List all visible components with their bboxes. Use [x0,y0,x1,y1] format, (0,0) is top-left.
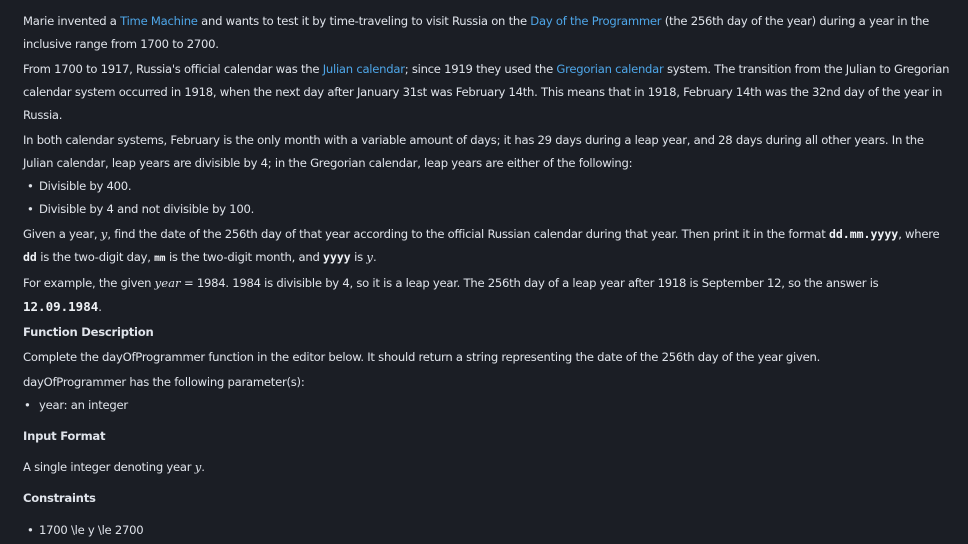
input-format-text-part: . [201,460,205,474]
example-text: . [98,300,102,314]
task-text: , where [898,227,940,241]
day-of-programmer-link[interactable]: Day of the Programmer [530,14,661,28]
task-text: is [350,250,367,264]
params-list: • year: an integer [23,394,953,417]
julian-calendar-link[interactable]: Julian calendar [323,62,405,76]
bullet-icon: • [27,523,34,537]
task-paragraph: Given a year, y, find the date of the 25… [23,223,953,270]
intro-text: and wants to test it by time-traveling t… [197,14,531,28]
task-text: Given a year, [23,227,101,241]
input-format-text-part: A single integer denoting year [23,460,195,474]
constraints-heading: Constraints [23,491,96,505]
list-item-text: Divisible by 4 and not divisible by 100. [39,202,255,216]
bullet-icon: • [27,202,34,216]
intro-text: Marie invented a [23,14,121,28]
history-text: ; since 1919 they used the [404,62,557,76]
inline-code: dd [23,250,37,264]
example-text: For example, the given [23,276,155,290]
inline-code: mm [154,253,166,264]
math-variable: year [154,276,181,290]
problem-statement: Marie invented a Time Machine and wants … [23,10,953,544]
list-item: • 1700 \le y \le 2700 [23,519,953,542]
params-intro: dayOfProgrammer has the following parame… [23,375,305,389]
time-machine-link[interactable]: Time Machine [120,14,198,28]
leap-rules-paragraph: In both calendar systems, February is th… [23,133,924,170]
task-text: , find the date of the 256th day of that… [107,227,829,241]
leap-rules-list: • Divisible by 400. • Divisible by 4 and n… [23,175,953,221]
history-text: From 1700 to 1917, Russia's official cal… [23,62,323,76]
bullet-icon: • [27,179,34,193]
history-paragraph: From 1700 to 1917, Russia's official cal… [23,58,953,127]
inline-code: dd.mm.yyyy [828,227,899,241]
constraints-list: • 1700 \le y \le 2700 [23,519,953,542]
input-format-heading: Input Format [23,429,106,443]
task-text: is the two-digit day, [36,250,155,264]
list-item: • Divisible by 4 and not divisible by 100… [23,198,953,221]
intro-paragraph: Marie invented a Time Machine and wants … [23,10,953,56]
example-text: = 1984. 1984 is divisible by 4, so it is… [180,276,879,290]
task-text: . [372,250,377,264]
function-description-text: Complete the dayOfProgrammer function in… [23,350,821,364]
gregorian-calendar-link[interactable]: Gregorian calendar [556,62,663,76]
bullet-icon: • [24,398,31,412]
list-item-text: Divisible by 400. [39,179,132,193]
task-text: is the two-digit month, and [165,250,324,264]
example-paragraph: For example, the given year = 1984. 1984… [23,272,953,319]
list-item: • year: an integer [23,394,953,417]
list-item-text: year: an integer [39,398,128,412]
inline-code: yyyy [323,250,351,264]
list-item: • Divisible by 400. [23,175,953,198]
inline-code: 12.09.1984 [23,299,99,314]
input-format-text: A single integer denoting year y. [23,456,953,479]
function-description-heading: Function Description [23,325,154,339]
list-item-text: 1700 \le y \le 2700 [39,523,144,537]
